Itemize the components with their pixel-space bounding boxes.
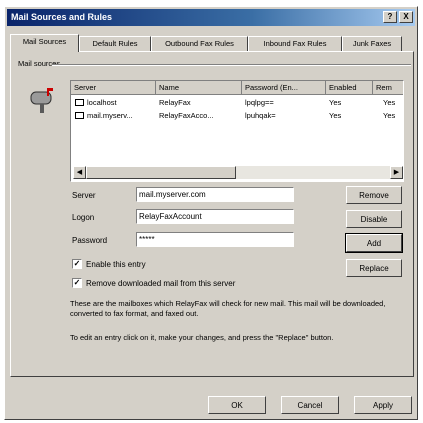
server-field[interactable] (136, 187, 294, 202)
ok-button[interactable]: OK (208, 396, 266, 414)
tab-outbound-fax-rules[interactable]: Outbound Fax Rules (151, 36, 248, 51)
cell-server: localhost (87, 98, 117, 107)
server-label: Server (72, 191, 96, 200)
cell-name: RelayFaxAcco... (159, 111, 214, 120)
tab-inbound-fax-rules[interactable]: Inbound Fax Rules (248, 36, 342, 51)
password-label: Password (72, 236, 108, 245)
list-row[interactable]: localhost RelayFax lpqlpg== Yes Yes (71, 97, 403, 109)
column-header-server[interactable]: Server (71, 81, 156, 95)
tab-junk-faxes[interactable]: Junk Faxes (342, 36, 402, 51)
column-header-password[interactable]: Password (En... (242, 81, 326, 95)
group-divider (52, 64, 411, 66)
logon-field[interactable] (136, 209, 294, 224)
enable-entry-checkbox[interactable]: ✓ (72, 259, 82, 269)
mail-sources-list[interactable]: Server Name Password (En... Enabled Rem … (70, 80, 404, 182)
title-bar[interactable]: Mail Sources and Rules ? X (7, 9, 415, 26)
apply-button[interactable]: Apply (354, 396, 412, 414)
cell-rem: Yes (383, 111, 396, 120)
scrollbar-thumb[interactable] (86, 166, 236, 179)
list-row[interactable]: mail.myserv... RelayFaxAcco... lpuhqak= … (71, 110, 403, 122)
envelope-icon (75, 99, 84, 106)
scroll-left-button[interactable]: ◀ (73, 166, 86, 179)
cell-server: mail.myserv... (87, 111, 133, 120)
cell-password: lpqlpg== (245, 98, 274, 107)
add-button[interactable]: Add (345, 233, 403, 253)
replace-button[interactable]: Replace (346, 259, 402, 277)
cell-enabled: Yes (329, 98, 342, 107)
remove-button[interactable]: Remove (346, 186, 402, 204)
password-field[interactable] (136, 232, 294, 247)
mailbox-icon (30, 88, 53, 113)
column-header-name[interactable]: Name (156, 81, 242, 95)
info-text-mailboxes: These are the mailboxes which RelayFax w… (70, 299, 386, 318)
tab-mail-sources[interactable]: Mail Sources (10, 34, 79, 52)
enable-entry-label: Enable this entry (86, 260, 146, 269)
info-text-edit: To edit an entry click on it, make your … (70, 333, 334, 342)
remove-downloaded-checkbox[interactable]: ✓ (72, 278, 82, 288)
scroll-right-button[interactable]: ▶ (390, 166, 403, 179)
help-button[interactable]: ? (383, 11, 397, 23)
tab-default-rules[interactable]: Default Rules (79, 36, 151, 51)
horizontal-scrollbar[interactable]: ◀ ▶ (73, 166, 403, 179)
cell-password: lpuhqak= (245, 111, 276, 120)
close-button[interactable]: X (399, 11, 413, 23)
envelope-icon (75, 112, 84, 119)
cell-rem: Yes (383, 98, 396, 107)
window-title: Mail Sources and Rules (11, 12, 113, 22)
disable-button[interactable]: Disable (346, 210, 402, 228)
remove-downloaded-label: Remove downloaded mail from this server (86, 279, 236, 288)
cancel-button[interactable]: Cancel (281, 396, 339, 414)
cell-name: RelayFax (159, 98, 191, 107)
logon-label: Logon (72, 213, 95, 222)
column-header-rem[interactable]: Rem (373, 81, 403, 95)
cell-enabled: Yes (329, 111, 342, 120)
column-header-enabled[interactable]: Enabled (326, 81, 373, 95)
